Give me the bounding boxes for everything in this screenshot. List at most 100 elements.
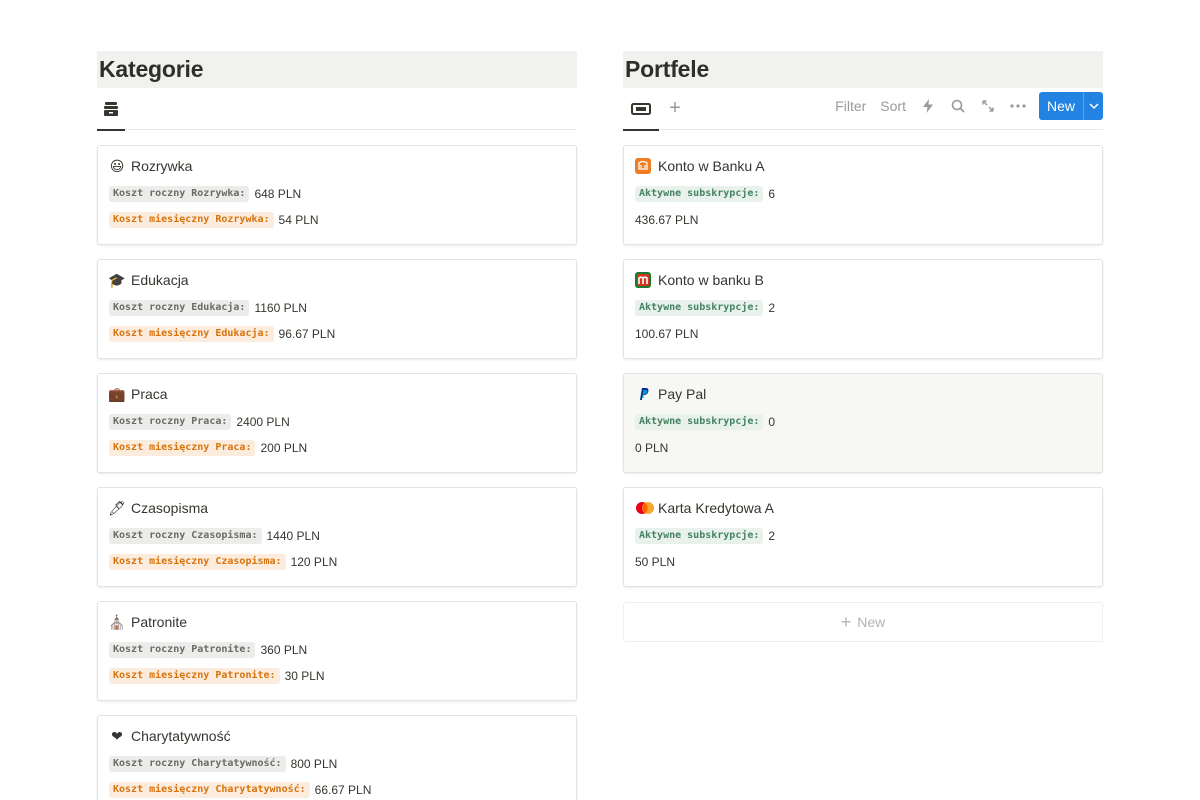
wallet-card[interactable]: Karta Kredytowa A Aktywne subskrypcje: 2 50… [623,487,1103,587]
paypal-icon [635,386,651,402]
card-title-row: Konto w banku B [635,270,764,290]
bank-b-icon [635,272,651,288]
card-title-row: ⛪ Patronite [108,612,187,632]
monthly-cost-label: Koszt miesięczny Patronite: [109,668,280,684]
card-title: Edukacja [131,272,189,288]
card-title-row: Karta Kredytowa A [635,498,774,518]
new-card-label: New [857,614,886,630]
yearly-cost-value: 1160 PLN [254,301,307,315]
page-title: Kategorie [99,56,204,82]
yearly-cost-value: 2400 PLN [236,415,290,429]
yearly-cost-value: 648 PLN [254,187,302,201]
wallets-header: Portfele [623,51,1103,88]
balance-row: 0 PLN [635,439,668,457]
card-title-row: 💼 Praca [108,384,168,404]
view-toolbar: Filter Sort New [828,92,1103,120]
yearly-cost-value: 1440 PLN [266,529,320,543]
expand-button[interactable] [973,92,1003,120]
yearly-cost-label: Koszt roczny Charytatywność: [109,756,286,772]
automation-button[interactable] [913,92,943,120]
monthly-cost-value: 120 PLN [290,555,338,569]
filter-button[interactable]: Filter [828,98,873,114]
category-card[interactable]: 💼 Praca Koszt roczny Praca: 2400 PLN Koszt m… [97,373,577,473]
sort-button[interactable]: Sort [873,98,913,114]
category-card[interactable]: ❤ Charytatywność Koszt roczny Charytatywno… [97,715,577,800]
card-title-row: Pay Pal [635,384,706,404]
monthly-cost-row: Koszt miesięczny Rozrywka: 54 PLN [109,211,319,229]
yearly-cost-label: Koszt roczny Edukacja: [109,300,250,316]
category-card[interactable]: 🖊 Czasopisma Koszt roczny Czasopisma: 1440 … [97,487,577,587]
wallet-card[interactable]: Pay Pal Aktywne subskrypcje: 0 0 PLN [623,373,1103,473]
monthly-cost-value: 54 PLN [278,213,319,227]
wallets-board: Portfele + Filter Sort New Konto w Banku… [623,51,1103,642]
active-subscriptions-label: Aktywne subskrypcje: [635,300,764,316]
balance-value: 0 PLN [635,441,669,455]
balance-value: 436.67 PLN [635,213,699,227]
wallet-card[interactable]: Konto w Banku A Aktywne subskrypcje: 6 436.… [623,145,1103,245]
page-title: Portfele [625,56,710,82]
card-title: Konto w Banku A [658,158,765,174]
monthly-cost-label: Koszt miesięczny Charytatywność: [109,782,310,798]
plus-icon: + [840,611,852,632]
card-title: Czasopisma [131,500,209,516]
wallets-viewbar: + Filter Sort New [623,88,1103,131]
monthly-cost-label: Koszt miesięczny Edukacja: [109,326,274,342]
card-title-row: ❤ Charytatywność [109,726,231,746]
more-icon [1010,104,1026,108]
monthly-cost-label: Koszt miesięczny Rozrywka: [109,212,274,228]
yearly-cost-row: Koszt roczny Patronite: 360 PLN [109,641,307,659]
balance-row: 50 PLN [635,553,675,571]
yearly-cost-value: 360 PLN [260,643,308,657]
yearly-cost-label: Koszt roczny Praca: [109,414,232,430]
add-new-card-button[interactable]: + New [623,602,1103,642]
active-subscriptions-value: 2 [768,529,776,543]
lightning-icon [922,99,933,113]
tab-gallery-view[interactable] [97,88,125,131]
card-title-row: 🎓 Edukacja [108,270,189,290]
active-subscriptions-row: Aktywne subskrypcje: 6 [635,185,775,203]
building-icon: ⛪ [108,614,126,630]
active-subscriptions-row: Aktywne subskrypcje: 0 [635,413,775,431]
yearly-cost-row: Koszt roczny Edukacja: 1160 PLN [109,299,307,317]
balance-row: 436.67 PLN [635,211,698,229]
category-card[interactable]: 🎓 Edukacja Koszt roczny Edukacja: 1160 PLN K… [97,259,577,359]
active-subscriptions-label: Aktywne subskrypcje: [635,186,764,202]
add-view-button[interactable]: + [663,88,687,130]
card-title: Charytatywność [131,728,231,744]
card-title-row: 🖊 Czasopisma [108,498,209,518]
search-button[interactable] [943,92,973,120]
active-subscriptions-row: Aktywne subskrypcje: 2 [635,527,775,545]
yearly-cost-label: Koszt roczny Czasopisma: [109,528,262,544]
monthly-cost-row: Koszt miesięczny Praca: 200 PLN [109,439,307,457]
active-subscriptions-label: Aktywne subskrypcje: [635,414,764,430]
monthly-cost-label: Koszt miesięczny Czasopisma: [109,554,286,570]
active-subscriptions-row: Aktywne subskrypcje: 2 [635,299,775,317]
more-options-button[interactable] [1003,92,1033,120]
pen-icon: 🖊 [108,500,126,516]
new-button-label: New [1046,98,1075,114]
wallet-card[interactable]: Konto w banku B Aktywne subskrypcje: 2 100.… [623,259,1103,359]
active-subscriptions-label: Aktywne subskrypcje: [635,528,764,544]
credit-card-icon [635,500,655,516]
balance-row: 100.67 PLN [635,325,698,343]
yearly-cost-label: Koszt roczny Rozrywka: [109,186,250,202]
category-card[interactable]: 😃 Rozrywka Koszt roczny Rozrywka: 648 PLN Ko… [97,145,577,245]
yearly-cost-row: Koszt roczny Czasopisma: 1440 PLN [109,527,320,545]
card-title: Rozrywka [131,158,193,174]
expand-icon [982,100,994,112]
search-icon [951,99,965,113]
bank-a-icon [635,158,651,174]
monthly-cost-row: Koszt miesięczny Edukacja: 96.67 PLN [109,325,335,343]
card-title-row: 😃 Rozrywka [109,156,193,176]
tab-gallery-view[interactable] [623,88,659,131]
monthly-cost-row: Koszt miesięczny Charytatywność: 66.67 PL… [109,781,371,799]
balance-value: 100.67 PLN [635,327,699,341]
new-button[interactable]: New [1038,92,1103,120]
card-title: Praca [131,386,168,402]
card-title-row: Konto w Banku A [635,156,765,176]
category-card[interactable]: ⛪ Patronite Koszt roczny Patronite: 360 PLN… [97,601,577,701]
chevron-down-icon[interactable] [1083,92,1103,120]
categories-header: Kategorie [97,51,577,88]
monthly-cost-row: Koszt miesięczny Patronite: 30 PLN [109,667,325,685]
yearly-cost-label: Koszt roczny Patronite: [109,642,256,658]
